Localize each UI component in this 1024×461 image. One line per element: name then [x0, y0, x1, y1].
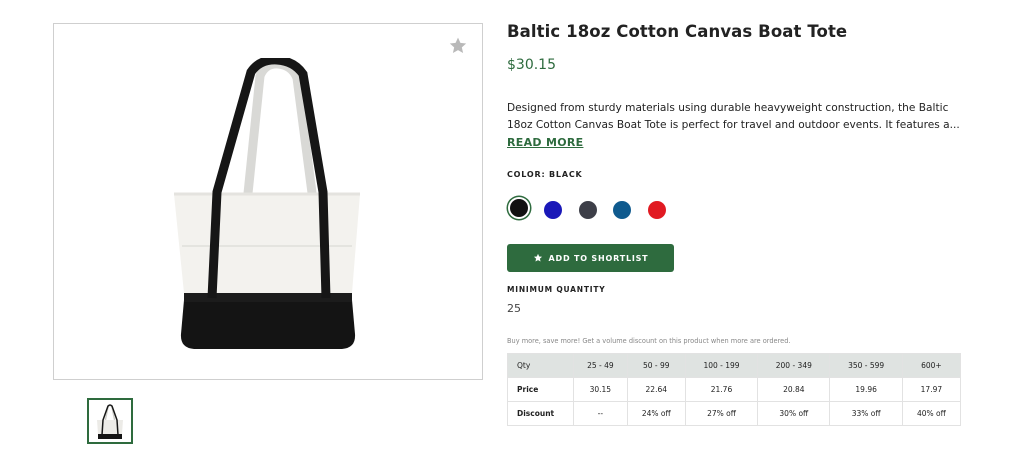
description-line: 18oz Cotton Canvas Boat Tote is perfect …	[507, 119, 960, 131]
volume-pricing-table: Qty 25 - 49 50 - 99 100 - 199 200 - 349 …	[507, 353, 962, 426]
table-header-cell: 200 - 349	[757, 353, 831, 378]
favorite-star-icon[interactable]	[448, 36, 468, 56]
table-cell: --	[573, 401, 628, 426]
table-row-discount: Discount -- 24% off 27% off 30% off 33% …	[507, 401, 962, 426]
table-header-cell: 100 - 199	[684, 353, 759, 378]
table-cell: 24% off	[626, 401, 686, 426]
table-header-cell: 350 - 599	[829, 353, 903, 378]
product-description: Designed from sturdy materials using dur…	[507, 100, 967, 134]
swatch-navy-blue[interactable]	[613, 201, 631, 219]
tote-bag-image	[174, 58, 360, 349]
table-header-cell: Qty	[507, 353, 574, 378]
product-price: $30.15	[507, 57, 556, 73]
table-cell: 30.15	[573, 377, 628, 402]
table-cell: Discount	[507, 401, 574, 426]
table-cell: 21.76	[684, 377, 759, 402]
table-cell: 22.64	[626, 377, 686, 402]
table-header-cell: 50 - 99	[626, 353, 686, 378]
product-image-panel	[53, 23, 483, 380]
swatch-red[interactable]	[648, 201, 666, 219]
product-thumbnail[interactable]	[87, 398, 133, 444]
color-label: COLOR: BLACK	[507, 170, 583, 179]
table-cell: 27% off	[684, 401, 759, 426]
shortlist-label: ADD TO SHORTLIST	[548, 253, 649, 263]
star-icon	[533, 253, 542, 262]
table-cell: 40% off	[901, 401, 962, 426]
table-header-cell: 25 - 49	[573, 353, 628, 378]
add-to-shortlist-button[interactable]: ADD TO SHORTLIST	[507, 244, 674, 272]
table-cell: 30% off	[757, 401, 831, 426]
minimum-quantity-value: 25	[507, 302, 521, 315]
table-row-price: Price 30.15 22.64 21.76 20.84 19.96 17.9…	[507, 377, 962, 402]
swatch-black[interactable]	[510, 199, 528, 217]
description-line: Designed from sturdy materials using dur…	[507, 102, 949, 114]
swatch-charcoal[interactable]	[579, 201, 597, 219]
table-cell: 33% off	[829, 401, 903, 426]
read-more-link[interactable]: READ MORE	[507, 136, 583, 149]
table-cell: 20.84	[757, 377, 831, 402]
volume-discount-note: Buy more, save more! Get a volume discou…	[507, 337, 791, 345]
table-header-row: Qty 25 - 49 50 - 99 100 - 199 200 - 349 …	[507, 353, 962, 378]
table-header-cell: 600+	[901, 353, 962, 378]
table-cell: 17.97	[901, 377, 962, 402]
swatch-royal-blue[interactable]	[544, 201, 562, 219]
product-title: Baltic 18oz Cotton Canvas Boat Tote	[507, 22, 848, 41]
minimum-quantity-label: MINIMUM QUANTITY	[507, 285, 606, 294]
tote-thumbnail-image	[97, 404, 123, 439]
table-cell: 19.96	[829, 377, 903, 402]
table-cell: Price	[507, 377, 574, 402]
